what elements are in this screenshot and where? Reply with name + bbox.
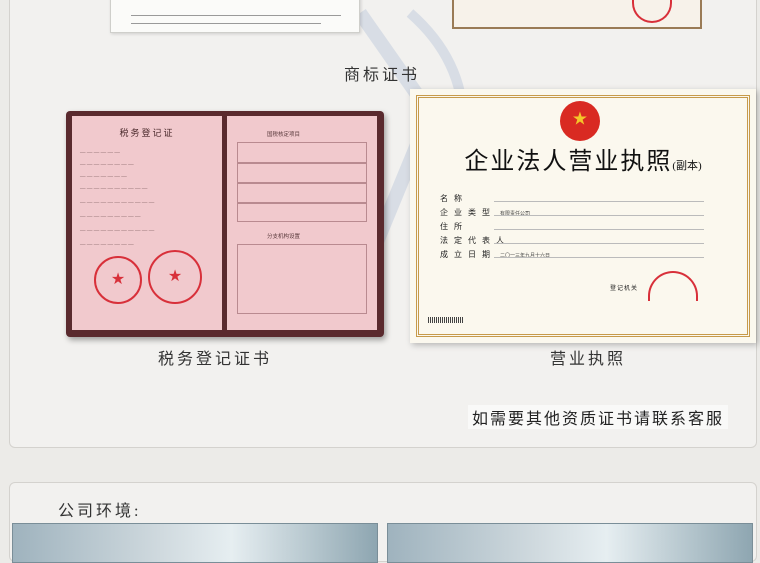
tax-right-title: 国税核定项目	[267, 132, 301, 138]
tax-registration-certificate: 税务登记证 — — — — — — — — — — — — — — — — — …	[66, 111, 384, 337]
tax-seal-right-icon: ★	[148, 250, 202, 304]
license-title: 企业法人营业执照(副本)	[464, 149, 702, 175]
caption-license: 营业执照	[550, 351, 627, 368]
tax-certificate-right-page: 国税核定项目 分支机构设置	[227, 116, 377, 330]
trademark-seal-icon	[632, 0, 672, 23]
trademark-certificate-left	[110, 0, 360, 33]
license-label-representative: 法定代表人	[440, 236, 510, 245]
environment-panel: 公司环境:	[9, 482, 757, 563]
certificates-panel: 商标证书 税务登记证 — — — — — — — — — — — — — — —…	[9, 0, 757, 448]
caption-tax: 税务登记证书	[158, 351, 273, 368]
office-photo-2	[387, 523, 753, 563]
environment-title: 公司环境:	[58, 503, 142, 520]
trademark-certificate-right	[452, 0, 702, 29]
license-label-name: 名称	[440, 194, 468, 203]
contact-support-note: 如需要其他资质证书请联系客服	[468, 405, 729, 429]
tax-certificate-title: 税务登记证	[119, 128, 175, 138]
tax-certificate-left-page: 税务登记证 — — — — — — — — — — — — — — — — — …	[72, 116, 222, 330]
license-label-address: 住所	[440, 222, 468, 231]
office-photo-1	[12, 523, 378, 563]
national-emblem-icon: ★	[560, 101, 600, 141]
tax-right-subtitle: 分支机构设置	[267, 234, 301, 240]
license-registration-authority: 登记机关	[610, 286, 639, 292]
license-label-date: 成立日期	[440, 250, 496, 259]
barcode-icon	[428, 317, 464, 323]
tax-seal-left-icon: ★	[94, 256, 142, 304]
business-license: ★ 企业法人营业执照(副本) 名称 企业类型 有限责任公司 住所 法定代表人 成…	[410, 89, 756, 343]
caption-trademark: 商标证书	[344, 67, 421, 84]
license-label-type: 企业类型	[440, 208, 496, 217]
